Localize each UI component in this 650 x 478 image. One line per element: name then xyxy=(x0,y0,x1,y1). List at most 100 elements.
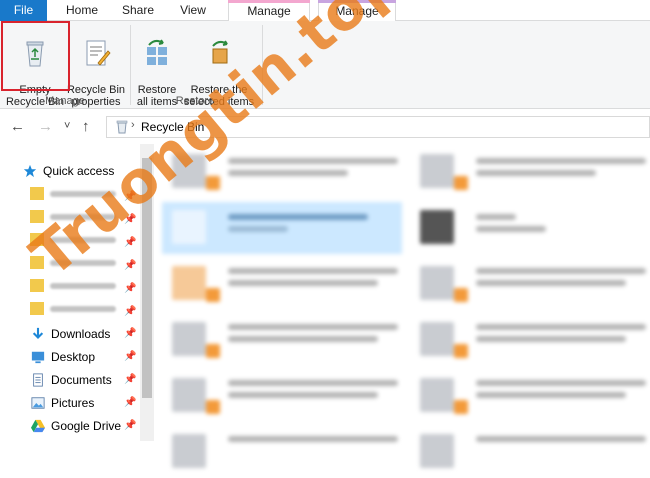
manage-group-label: Manage xyxy=(45,95,85,107)
nav-blurred-item[interactable] xyxy=(30,232,120,248)
pin-icon[interactable]: 📌 xyxy=(124,328,136,339)
properties-icon xyxy=(86,40,111,66)
nav-google-drive-label: Google Drive xyxy=(51,419,122,433)
nav-pictures[interactable]: Pictures xyxy=(30,392,94,414)
recent-locations-chevron-down-icon[interactable]: ˅ xyxy=(64,120,70,132)
file-badge xyxy=(206,344,220,358)
nav-google-drive[interactable]: Google Drive xyxy=(30,415,121,437)
file-badge xyxy=(206,288,220,302)
nav-downloads-label: Downloads xyxy=(51,327,111,341)
tab-manage-drive[interactable]: Manage xyxy=(228,0,310,22)
file-item[interactable] xyxy=(162,146,402,198)
blurred-text-line xyxy=(476,158,646,164)
pin-icon[interactable]: 📌 xyxy=(124,397,136,408)
file-badge xyxy=(454,344,468,358)
forward-arrow-icon[interactable]: → xyxy=(38,118,53,135)
pin-icon[interactable]: 📌 xyxy=(124,420,136,431)
nav-documents[interactable]: Documents xyxy=(30,369,112,391)
pin-icon[interactable]: 📌 xyxy=(124,306,136,317)
file-thumbnail xyxy=(420,154,454,188)
nav-documents-label: Documents xyxy=(51,373,112,387)
navigation-scrollbar[interactable] xyxy=(140,144,154,441)
restore-selected-icon xyxy=(212,40,228,64)
tab-home[interactable]: Home xyxy=(56,0,108,21)
file-thumbnail xyxy=(172,322,206,356)
star-icon xyxy=(23,164,37,178)
file-item[interactable] xyxy=(162,426,402,478)
ribbon: Empty Recycle Bin Recycle Bin properties… xyxy=(0,21,650,109)
folder-icon xyxy=(30,187,44,200)
file-item[interactable] xyxy=(410,370,650,422)
context-band-purple xyxy=(318,0,396,3)
file-thumbnail xyxy=(420,378,454,412)
back-arrow-icon[interactable]: ← xyxy=(10,118,25,135)
nav-blurred-item[interactable] xyxy=(30,209,120,225)
breadcrumb-chevron-icon[interactable]: › xyxy=(131,119,135,131)
scrollbar-thumb[interactable] xyxy=(142,158,152,398)
blurred-text-line xyxy=(228,392,378,398)
file-badge xyxy=(454,176,468,190)
nav-blurred-item[interactable] xyxy=(30,186,120,202)
desktop-icon xyxy=(31,351,45,364)
tab-file[interactable]: File xyxy=(0,0,47,21)
blurred-text-line xyxy=(228,436,398,442)
group-separator-end xyxy=(262,25,263,105)
nav-blurred-item[interactable] xyxy=(30,278,120,294)
pin-icon[interactable]: 📌 xyxy=(124,283,136,294)
blurred-text-line xyxy=(476,336,626,342)
up-arrow-icon[interactable]: ↑ xyxy=(82,118,90,135)
blurred-text-line xyxy=(228,170,348,176)
nav-quick-access-label: Quick access xyxy=(43,164,115,178)
download-arrow-icon xyxy=(32,327,44,339)
file-thumbnail xyxy=(420,322,454,356)
file-thumbnail xyxy=(420,266,454,300)
file-item[interactable] xyxy=(410,146,650,198)
file-item[interactable] xyxy=(162,370,402,422)
pin-icon[interactable]: 📌 xyxy=(124,237,136,248)
breadcrumb[interactable]: Recycle Bin xyxy=(141,120,204,134)
file-thumbnail xyxy=(420,210,454,244)
blurred-text-line xyxy=(476,392,626,398)
pin-icon[interactable]: 📌 xyxy=(124,374,136,385)
pin-icon[interactable]: 📌 xyxy=(124,214,136,225)
blurred-label xyxy=(50,214,116,220)
pin-icon[interactable]: 📌 xyxy=(124,260,136,271)
blurred-text-line xyxy=(476,280,626,286)
file-item-selected[interactable] xyxy=(162,202,402,254)
nav-pictures-label: Pictures xyxy=(51,396,95,410)
file-thumbnail xyxy=(172,434,206,468)
tab-manage-recycle[interactable]: Manage xyxy=(318,0,396,22)
file-item[interactable] xyxy=(410,258,650,310)
pin-icon[interactable]: 📌 xyxy=(124,191,136,202)
address-field[interactable]: › Recycle Bin xyxy=(106,116,650,138)
nav-desktop[interactable]: Desktop xyxy=(30,346,95,368)
highlight-box xyxy=(1,21,70,91)
tab-view[interactable]: View xyxy=(168,0,218,21)
blurred-label xyxy=(50,191,116,197)
blurred-text-line xyxy=(476,170,596,176)
tab-share[interactable]: Share xyxy=(112,0,164,21)
address-bar-row: ← → ˅ ↑ › Recycle Bin xyxy=(0,110,650,144)
blurred-text-line xyxy=(228,324,398,330)
nav-quick-access[interactable]: Quick access xyxy=(22,160,114,182)
file-item[interactable] xyxy=(410,314,650,366)
file-thumbnail xyxy=(172,266,206,300)
nav-blurred-item[interactable] xyxy=(30,301,120,317)
nav-blurred-item[interactable] xyxy=(30,255,120,271)
file-item[interactable] xyxy=(162,258,402,310)
documents-icon xyxy=(33,373,43,387)
blurred-text-line xyxy=(228,268,398,274)
pin-icon[interactable]: 📌 xyxy=(124,351,136,362)
nav-downloads[interactable]: Downloads xyxy=(30,323,110,345)
file-thumbnail xyxy=(172,154,206,188)
folder-icon xyxy=(30,256,44,269)
file-item[interactable] xyxy=(162,314,402,366)
restore-all-icon xyxy=(147,39,167,65)
blurred-label xyxy=(50,306,116,312)
folder-icon xyxy=(30,279,44,292)
blurred-text-line xyxy=(476,226,546,232)
file-item[interactable] xyxy=(410,202,650,254)
file-item[interactable] xyxy=(410,426,650,478)
blurred-label xyxy=(50,260,116,266)
file-list-blurred xyxy=(162,144,650,468)
